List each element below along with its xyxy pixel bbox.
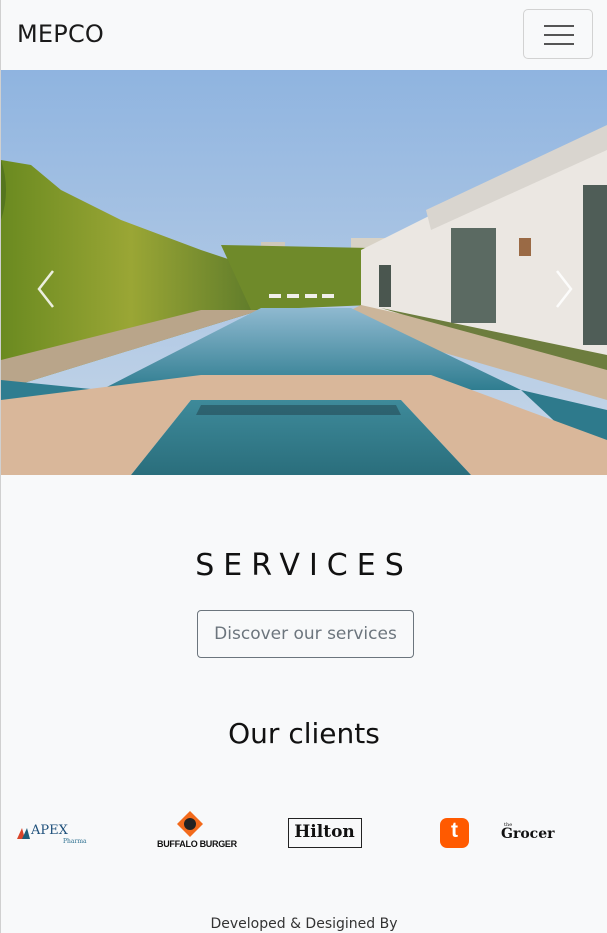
brand-logo[interactable]: MEPCO bbox=[17, 20, 104, 48]
chevron-right-icon bbox=[556, 270, 573, 308]
clients-logos: APEX Pharma BUFFALO BURGER Hilton t the … bbox=[1, 800, 607, 860]
buffalo-burger-logo[interactable]: BUFFALO BURGER bbox=[157, 810, 237, 856]
footer-credit: Developed & Desigined By bbox=[210, 916, 398, 932]
menu-toggle-button[interactable] bbox=[523, 9, 593, 59]
the-grocer-logo[interactable]: the Grocer bbox=[499, 822, 554, 844]
navbar: MEPCO bbox=[1, 0, 607, 70]
hilton-logo[interactable]: Hilton bbox=[288, 818, 362, 848]
chevron-left-icon bbox=[37, 270, 54, 308]
pool-villa-photo bbox=[1, 70, 607, 475]
hamburger-icon bbox=[544, 25, 574, 27]
hero-carousel bbox=[1, 70, 607, 475]
discover-services-button[interactable]: Discover our services bbox=[197, 610, 414, 658]
services-heading: SERVICES bbox=[195, 548, 413, 583]
clients-heading: Our clients bbox=[228, 717, 380, 750]
talabat-logo[interactable]: t bbox=[440, 818, 469, 848]
carousel-next-button[interactable] bbox=[547, 265, 577, 313]
apex-pharma-logo[interactable]: APEX Pharma bbox=[15, 822, 91, 850]
carousel-prev-button[interactable] bbox=[33, 265, 63, 313]
